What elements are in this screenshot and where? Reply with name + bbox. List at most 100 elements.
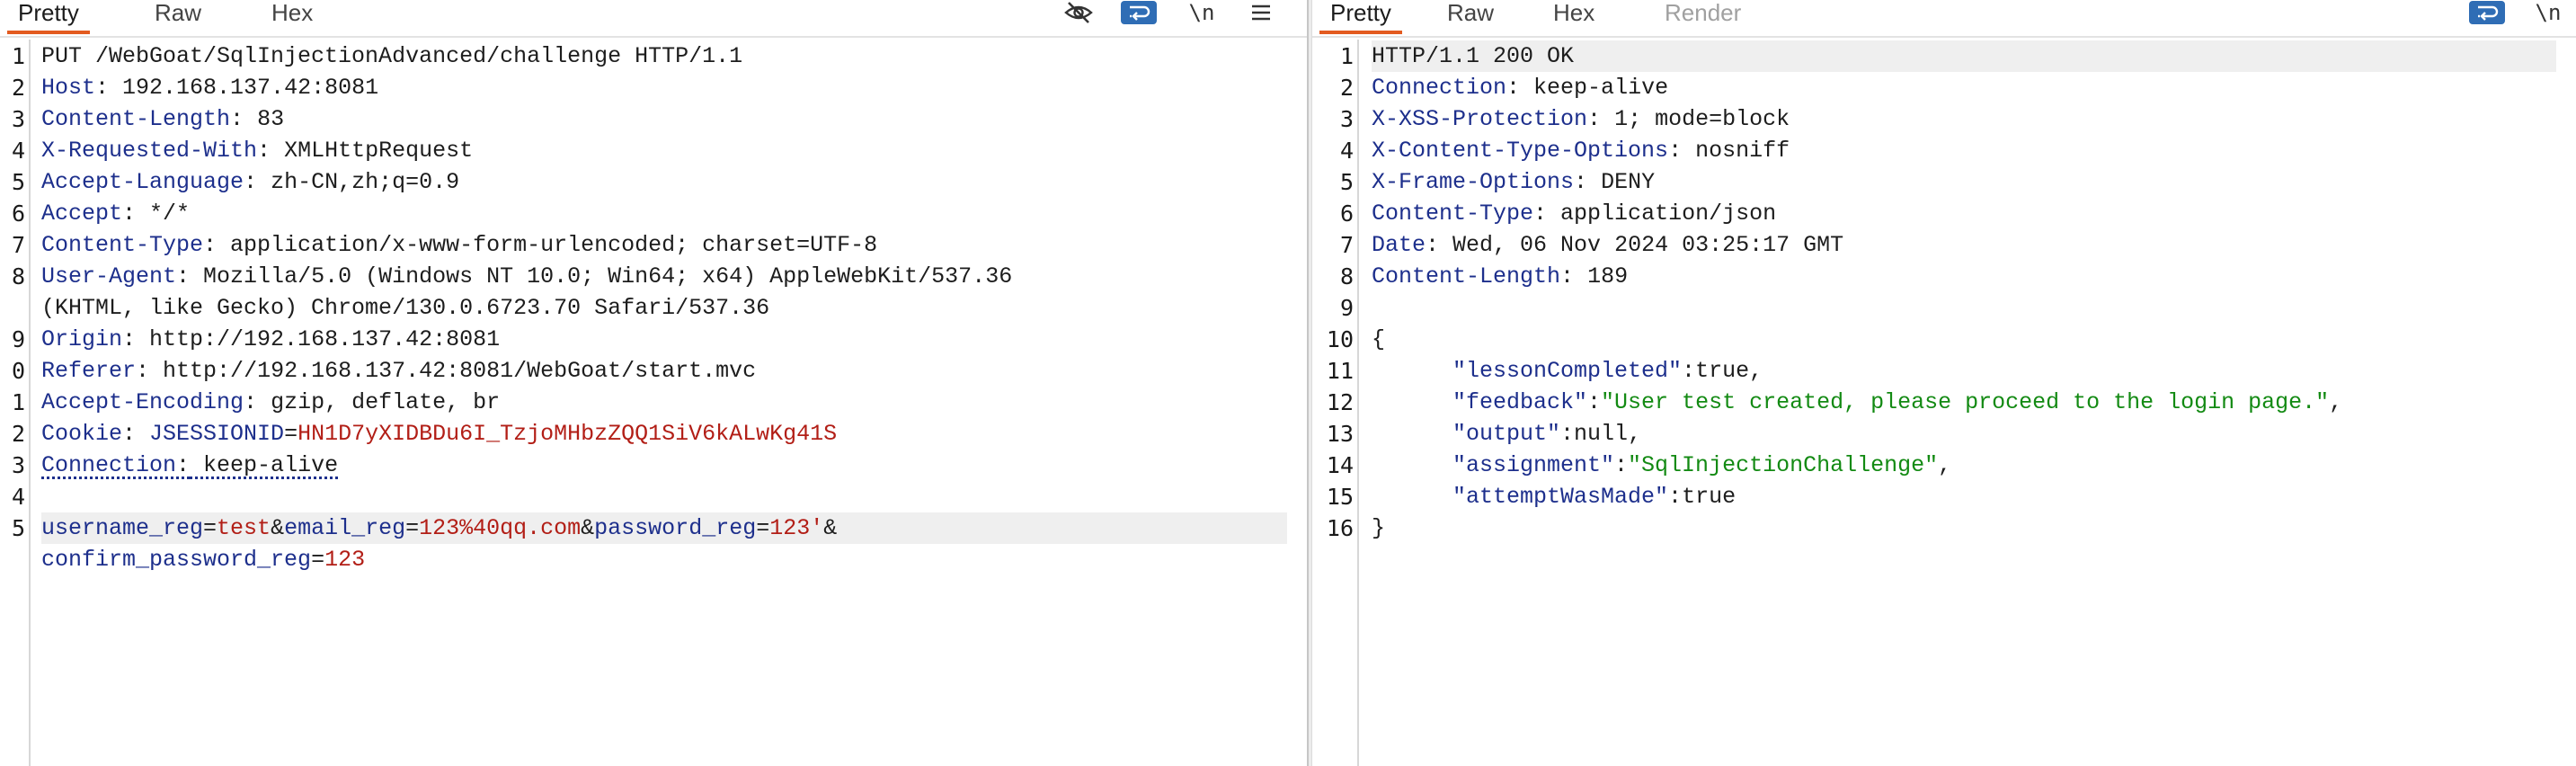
cookie-key: JSESSIONID [149, 421, 285, 447]
line-number: 15 [1326, 484, 1354, 510]
json-value: "User test created, please proceed to th… [1601, 389, 2330, 415]
response-tab-render[interactable]: Render [1654, 0, 1752, 34]
request-tab-pretty[interactable]: Pretty [7, 0, 90, 34]
header-value: 189 [1574, 263, 1629, 289]
cookie-value: HN1D7yXIDBDu6I_TzjoMHbzZQQ1SiV6kALwKg41S [298, 421, 838, 447]
json-line: "attemptWasMade":true [1452, 484, 1737, 510]
header-line: Content-Type: application/json [1372, 200, 1777, 227]
param-key: username_reg [41, 515, 204, 541]
header-value: http://192.168.137.42:8081/WebGoat/start… [149, 358, 757, 384]
header-value: Wed, 06 Nov 2024 03:25:17 GMT [1439, 232, 1844, 258]
response-editor[interactable]: HTTP/1.1 200 OK Connection: keep-alive X… [1372, 40, 2576, 766]
json-line: "output":null, [1452, 421, 1642, 447]
line-number: 1 [1339, 43, 1354, 69]
json-line: "assignment":"SqlInjectionChallenge", [1452, 452, 1952, 478]
line-number: 6 [11, 200, 25, 227]
header-line: X-Requested-With: XMLHttpRequest [41, 138, 474, 164]
response-tabbar: Pretty Raw Hex Render \n [1312, 0, 2576, 38]
header-name: X-XSS-Protection [1372, 106, 1588, 132]
request-tab-hex[interactable]: Hex [261, 0, 324, 34]
newline-toggle-label: \n [2535, 0, 2562, 25]
header-value: XMLHttpRequest [271, 138, 474, 164]
header-value: nosniff [1682, 138, 1790, 164]
header-value: gzip, deflate, br [257, 389, 501, 415]
header-name: Content-Length [41, 106, 231, 132]
body-line: username_reg=test&email_reg=123%40qq.com… [41, 512, 1287, 544]
header-name: Connection [41, 452, 177, 478]
line-number: 9 [11, 326, 25, 352]
response-tab-hex[interactable]: Hex [1542, 0, 1605, 34]
header-name: Content-Type [1372, 200, 1534, 227]
header-line: Date: Wed, 06 Nov 2024 03:25:17 GMT [1372, 232, 1844, 258]
line-number: 2 [1339, 75, 1354, 101]
show-newlines-icon[interactable]: \n [1185, 0, 1219, 25]
request-line: PUT /WebGoat/SqlInjectionAdvanced/challe… [41, 43, 743, 69]
header-line: Content-Type: application/x-www-form-url… [41, 232, 878, 258]
wrap-lines-icon[interactable] [2469, 1, 2505, 24]
response-pane: Pretty Raw Hex Render \n 1 2 3 4 5 6 7 8… [1312, 0, 2576, 766]
header-value: application/json [1547, 200, 1777, 227]
request-line-gutter: 1 2 3 4 5 6 7 8 9 0 1 2 3 4 5 [0, 40, 31, 766]
line-number: 3 [11, 106, 25, 132]
line-number: 16 [1326, 515, 1354, 541]
param-value: 123%40qq.com [419, 515, 582, 541]
json-key: "output" [1452, 421, 1561, 447]
json-line: "lessonCompleted":true, [1452, 358, 1763, 384]
header-line: Accept: */* [41, 200, 191, 227]
header-value: 83 [244, 106, 285, 132]
header-name: Origin [41, 326, 123, 352]
json-open-brace: { [1372, 326, 1386, 352]
header-name: X-Frame-Options [1372, 169, 1575, 195]
request-editor[interactable]: PUT /WebGoat/SqlInjectionAdvanced/challe… [41, 40, 1307, 766]
header-value: 1; mode=block [1601, 106, 1790, 132]
header-name: Accept-Encoding [41, 389, 244, 415]
header-line: Accept-Language: zh-CN,zh;q=0.9 [41, 169, 460, 195]
cookie-line: Cookie: JSESSIONID=HN1D7yXIDBDu6I_TzjoMH… [41, 421, 838, 447]
line-number: 11 [1326, 358, 1354, 384]
line-number: 5 [1339, 169, 1354, 195]
line-number: 14 [1326, 452, 1354, 478]
param-key: email_reg [284, 515, 406, 541]
line-number: 4 [11, 484, 25, 510]
line-number: 1 [11, 389, 25, 415]
param-value: 123' [769, 515, 824, 541]
header-name: User-Agent [41, 263, 177, 289]
header-name: Content-Length [1372, 263, 1561, 289]
status-line: HTTP/1.1 200 OK [1372, 40, 2556, 72]
hide-nonprintable-icon[interactable] [1061, 0, 1097, 25]
header-value: keep-alive [1520, 75, 1669, 101]
line-number: 5 [11, 515, 25, 541]
json-key: "assignment" [1452, 452, 1615, 478]
body-line: confirm_password_reg=123 [41, 547, 366, 573]
response-tab-pretty[interactable]: Pretty [1319, 0, 1402, 34]
param-value: 123 [324, 547, 366, 573]
response-tab-raw[interactable]: Raw [1436, 0, 1505, 34]
request-pane: Pretty Raw Hex \n 1 2 3 4 5 6 7 8 9 0 1 … [0, 0, 1307, 766]
line-number: 5 [11, 169, 25, 195]
header-line: X-Frame-Options: DENY [1372, 169, 1656, 195]
header-name: Date [1372, 232, 1426, 258]
line-number: 3 [11, 452, 25, 478]
line-number: 3 [1339, 106, 1354, 132]
param-key: password_reg [594, 515, 757, 541]
line-number: 8 [11, 263, 25, 289]
header-name: Host [41, 75, 96, 101]
header-name: Accept [41, 200, 123, 227]
connection-line: Connection: keep-alive [41, 452, 339, 478]
menu-icon[interactable] [1244, 0, 1278, 25]
line-number: 7 [11, 232, 25, 258]
header-line: Content-Length: 83 [41, 106, 285, 132]
header-value: application/x-www-form-urlencoded; chars… [217, 232, 878, 258]
request-tabbar: Pretty Raw Hex \n [0, 0, 1307, 38]
wrap-lines-icon[interactable] [1121, 1, 1157, 24]
header-name: Cookie [41, 421, 123, 447]
header-continuation: (KHTML, like Gecko) Chrome/130.0.6723.70… [41, 295, 770, 321]
show-newlines-icon[interactable]: \n [2531, 0, 2565, 25]
json-key: "lessonCompleted" [1452, 358, 1683, 384]
line-number: 0 [11, 358, 25, 384]
param-value: test [217, 515, 271, 541]
request-tab-raw[interactable]: Raw [144, 0, 212, 34]
line-number: 10 [1326, 326, 1354, 352]
json-value: null [1574, 421, 1629, 447]
newline-toggle-label: \n [1188, 0, 1215, 25]
